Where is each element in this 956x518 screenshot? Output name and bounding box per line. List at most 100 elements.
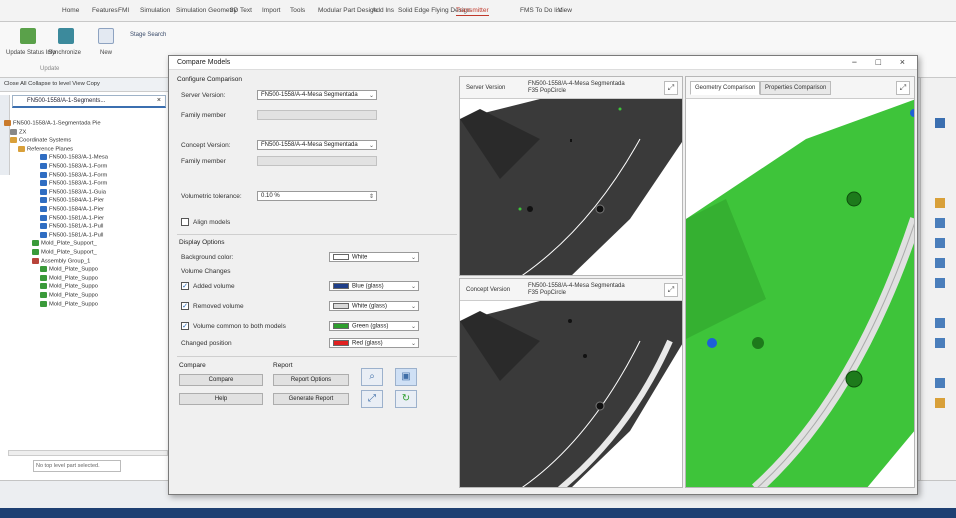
tab-geometry-comparison[interactable]: Geometry Comparison [690, 81, 761, 95]
part-icon [40, 163, 47, 169]
server-version-value: FN500-1558/A-4-Mesa Segmentada [261, 92, 358, 98]
tolerance-label: Volumetric tolerance: [181, 193, 242, 200]
added-volume-select[interactable]: Blue (glass) ⌄ [329, 281, 419, 291]
spinner-icon[interactable]: ⇕ [369, 193, 374, 200]
tool-icon[interactable] [935, 278, 945, 288]
tree-horizontal-scrollbar[interactable] [8, 450, 168, 456]
ribbon-tab-fms-to-do-list[interactable]: FMS To Do list [520, 7, 562, 14]
concept-version-label: Concept Version: [181, 142, 231, 149]
dialog-titlebar: Compare Models − □ × [169, 56, 917, 70]
divider [177, 356, 457, 357]
tool-icon[interactable] [935, 398, 945, 408]
ribbon-tab-tools[interactable]: Tools [290, 7, 305, 14]
ribbon-tab-add-ins[interactable]: Add Ins [372, 7, 394, 14]
concept-view-header: Concept Version FN500-1558/A-4-Mesa Segm… [460, 279, 682, 301]
close-button[interactable]: × [900, 57, 905, 67]
fit-icon[interactable]: ⤢ [896, 81, 910, 95]
chevron-down-icon: ⌄ [410, 324, 416, 330]
ribbon-tab-transmitter[interactable]: Transmitter [456, 7, 489, 16]
bg-color-value: White [352, 254, 368, 261]
concept-version-value: FN500-1558/A-4-Mesa Segmentada [261, 142, 358, 148]
removed-volume-label: Removed volume [193, 303, 244, 310]
compare-button[interactable]: Compare [179, 374, 263, 386]
family-member-select [257, 110, 377, 120]
removed-volume-select[interactable]: White (glass) ⌄ [329, 301, 419, 311]
tolerance-input[interactable]: 0.10 % ⇕ [257, 191, 377, 201]
model-hole [583, 354, 587, 358]
tree-toolbar-text[interactable]: Close All Collapse to level View Copy [4, 81, 100, 87]
tool-icon[interactable] [935, 198, 945, 208]
pathfinder-vertical-tab[interactable] [0, 95, 10, 175]
changed-position-select[interactable]: Red (glass) ⌄ [329, 338, 419, 348]
document-tab-label: FN500-1558/A-1-Segments... [27, 98, 106, 104]
tree-item-label: FN500-1583/A-1-Mesa [49, 154, 108, 161]
ribbon-tab-home[interactable]: Home [62, 7, 79, 14]
part-icon [40, 274, 47, 281]
tolerance-value: 0.10 % [261, 193, 280, 199]
tool-icon[interactable] [935, 338, 945, 348]
close-icon[interactable]: × [157, 97, 161, 104]
ribbon-tab-fmi[interactable]: FMI [118, 7, 129, 14]
fit-icon[interactable]: ⤢ [664, 81, 678, 95]
ribbon-tab-bar: Home Features FMI Simulation Simulation Geom… [0, 0, 956, 22]
common-volume-checkbox[interactable]: ✓ [181, 322, 189, 330]
tab-properties-comparison[interactable]: Properties Comparison [760, 81, 832, 95]
divider [177, 234, 457, 235]
help-button[interactable]: Help [179, 393, 263, 405]
tree-item-label: FN500-1583/A-1-Form [49, 180, 108, 187]
removed-volume-checkbox[interactable]: ✓ [181, 302, 189, 310]
added-volume-checkbox[interactable]: ✓ [181, 282, 189, 290]
tool-icon[interactable] [935, 218, 945, 228]
ribbon-tab-modular-part-design[interactable]: Modular Part Design [318, 7, 377, 14]
synchronize-icon[interactable] [58, 28, 74, 44]
model-hole [595, 401, 605, 411]
report-options-button[interactable]: Report Options [273, 374, 349, 386]
minimize-button[interactable]: − [852, 57, 857, 67]
fit-view-icon[interactable]: ⤢ [361, 390, 383, 408]
ribbon-tab-view[interactable]: View [558, 7, 572, 14]
refresh-icon[interactable]: ↻ [395, 390, 417, 408]
align-models-checkbox[interactable] [181, 218, 189, 226]
server-version-select[interactable]: FN500-1558/A-4-Mesa Segmentada ⌄ [257, 90, 377, 100]
generate-report-button[interactable]: Generate Report [273, 393, 349, 405]
part-icon [40, 231, 47, 238]
concept-version-view[interactable]: Concept Version FN500-1558/A-4-Mesa Segm… [459, 278, 683, 488]
zoom-icon[interactable]: ⌕ [361, 368, 383, 386]
dialog-title: Compare Models [177, 59, 231, 66]
new-document-icon[interactable] [98, 28, 114, 44]
tree-item-label: Reference Planes [27, 146, 74, 153]
server-version-view[interactable]: Server Version FN500-1558/A-4-Mesa Segme… [459, 76, 683, 276]
parts-library-icon[interactable] [935, 118, 945, 128]
ribbon-tab-import[interactable]: Import [262, 7, 280, 14]
tool-icon[interactable] [935, 258, 945, 268]
ribbon-tab-features[interactable]: Features [92, 7, 118, 14]
maximize-button[interactable]: □ [876, 57, 881, 67]
document-tab[interactable]: FN500-1558/A-1-Segments... × [12, 95, 166, 108]
update-status-icon[interactable] [20, 28, 36, 44]
tree-item-label: Mold_Plate_Suppo [49, 301, 98, 308]
part-icon [40, 206, 47, 212]
tool-icon[interactable] [935, 378, 945, 388]
tree-toolbar: Close All Collapse to level View Copy [0, 78, 172, 92]
tool-icon[interactable] [935, 318, 945, 328]
window-view-icon[interactable]: ▣ [395, 368, 417, 386]
tree-item-label: FN500-1583/A-1-Form [49, 172, 108, 179]
tool-icon[interactable] [935, 238, 945, 248]
ribbon-tab-simulation[interactable]: Simulation [140, 7, 170, 14]
common-volume-value: Green (glass) [352, 323, 389, 330]
red-swatch [333, 340, 349, 346]
part-icon [40, 197, 47, 204]
concept-version-select[interactable]: FN500-1558/A-4-Mesa Segmentada ⌄ [257, 140, 377, 150]
compare-group-title: Compare [179, 362, 206, 369]
common-volume-select[interactable]: Green (glass) ⌄ [329, 321, 419, 331]
stage-search-button[interactable]: Stage Search [130, 32, 166, 38]
concept-view-label: Concept Version [466, 287, 511, 293]
fit-icon[interactable]: ⤢ [664, 283, 678, 297]
geometry-comparison-view[interactable]: Geometry Comparison Properties Compariso… [685, 76, 915, 488]
ribbon-tab-3d-text[interactable]: 3D Text [230, 7, 252, 14]
bg-color-select[interactable]: White ⌄ [329, 252, 419, 262]
ribbon-tab-simulation-geometry[interactable]: Simulation Geometry [176, 7, 237, 14]
tree-item[interactable]: Mold_Plate_Suppo [40, 300, 98, 310]
server-view-label: Server Version [466, 85, 506, 91]
chevron-down-icon: ⌄ [410, 304, 416, 310]
